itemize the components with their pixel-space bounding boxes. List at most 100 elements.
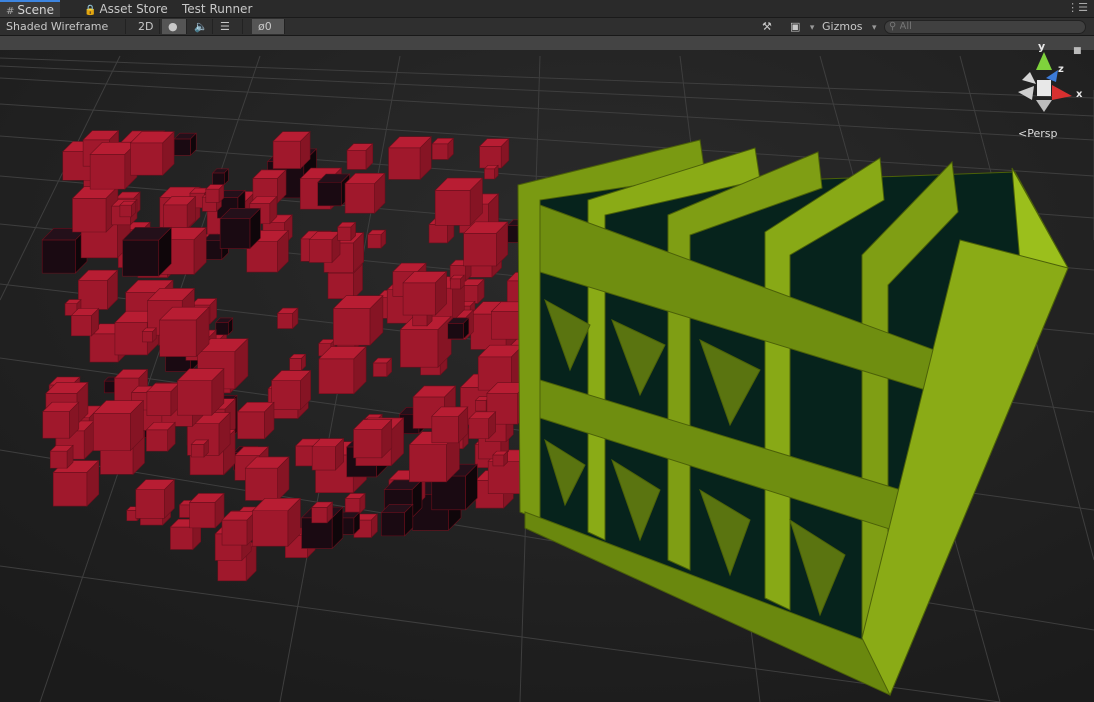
tab-asset-store[interactable]: 🔒 Asset Store [78,0,174,17]
cube-face [491,311,520,340]
cube-face [289,358,302,371]
cube-face [367,234,382,249]
speaker-icon: 🔈 [194,20,208,33]
cube-face [215,322,229,336]
audio-toggle-button[interactable]: 🔈 [188,19,213,34]
scene-viewport[interactable] [0,50,1094,702]
cube-face [92,413,131,451]
gizmos-dropdown[interactable]: Gizmos [822,19,877,34]
cube-face [479,146,502,169]
cube-face [237,411,265,440]
hidden-objects-toggle[interactable]: ø0 [252,19,285,34]
cube-face [317,181,342,207]
cube-face [119,204,132,218]
cube-face [78,280,108,310]
cube-face [190,444,205,458]
cube-face [177,380,213,416]
cube-face [219,218,251,249]
cube-face [49,450,68,469]
shading-mode-dropdown[interactable]: Shaded Wireframe [0,19,126,34]
cube-face [344,183,375,214]
cube-face [380,512,405,537]
cube-face [434,189,471,226]
window-tab-bar: # Scene 🔒 Asset Store Test Runner ⋮☰ [0,0,1094,18]
cube-face [308,239,333,263]
gizmos-label: Gizmos [822,20,863,33]
cube-face [484,168,495,180]
search-icon: ⚲ [889,21,897,32]
cube-face [146,429,168,452]
cube-face [142,331,153,343]
tab-test-runner[interactable]: Test Runner [176,0,258,17]
tools-icon[interactable]: ⚒ [762,19,772,34]
cube-face [311,507,328,524]
cube-face [130,142,164,176]
cube-face [70,315,92,337]
camera-dropdown[interactable]: ▣ [790,19,814,34]
cube-face [89,333,119,363]
cube-face [221,519,248,546]
cube-face [122,239,160,277]
cube-face [189,502,216,529]
cube-face [400,329,439,368]
cube-face [272,140,301,169]
cube-face [159,319,197,357]
cube-face [337,226,352,241]
cube-face [42,411,70,439]
cube-face [41,239,76,274]
tab-test-runner-label: Test Runner [182,2,253,16]
hidden-count: 0 [264,20,272,33]
cube-face [52,472,88,507]
effects-dropdown[interactable]: ☰ [214,19,243,34]
scene-toolbar: Shaded Wireframe 2D ● 🔈 ☰ ø0 ⚒ ▣ Gizmos … [0,18,1094,36]
cube-face [475,400,487,412]
cube-face [353,429,383,459]
tab-asset-store-label: Asset Store [99,2,168,16]
lighting-toggle-button[interactable]: ● [162,19,187,34]
cube-face [89,154,126,190]
scene-header-strip [0,36,1094,50]
gizmo-axis-y-label: y [1038,40,1046,53]
cube-face [402,282,436,316]
tab-scene-label: Scene [17,3,54,17]
gizmo-axis-z-label: z [1058,64,1064,75]
cube-face [163,204,188,229]
gizmo-center-cube [1037,80,1051,96]
cube-face [447,322,464,340]
chevron-left-icon: < [1018,127,1028,140]
lightbulb-icon: ● [168,20,178,33]
lock-icon[interactable]: ■ [1073,46,1082,56]
cube-face [146,391,172,416]
cube-face [431,143,449,160]
cube-face [252,510,289,547]
tab-scene[interactable]: # Scene [0,0,60,17]
cube-face [344,498,361,514]
cube-face [463,233,497,267]
cube-face [311,446,336,471]
cube-face [212,172,225,185]
scene-search[interactable]: ⚲ [884,20,1086,34]
cube-face [318,358,355,395]
tab-menu-icon[interactable]: ⋮☰ [1067,1,1088,14]
cube-face [72,198,107,233]
2d-toggle-label: 2D [138,20,154,33]
cube-face [372,362,388,377]
search-input[interactable] [899,21,1070,32]
cube-face [271,380,301,410]
cube-face [173,138,191,156]
shading-mode-label: Shaded Wireframe [6,20,109,33]
cube-face [428,224,448,244]
cube-face [205,188,220,203]
camera-icon: ▣ [790,20,801,33]
cube-face [277,313,293,329]
cube-face [468,418,489,439]
effects-icon: ☰ [220,20,230,33]
2d-toggle-button[interactable]: 2D [132,19,161,34]
projection-toggle[interactable]: <Persp [1018,127,1057,140]
cube-face [492,454,505,467]
cube-face [346,150,367,170]
cube-face [388,147,421,180]
cube-face [170,526,194,550]
cube-face [409,444,447,483]
cube-face [245,467,278,501]
